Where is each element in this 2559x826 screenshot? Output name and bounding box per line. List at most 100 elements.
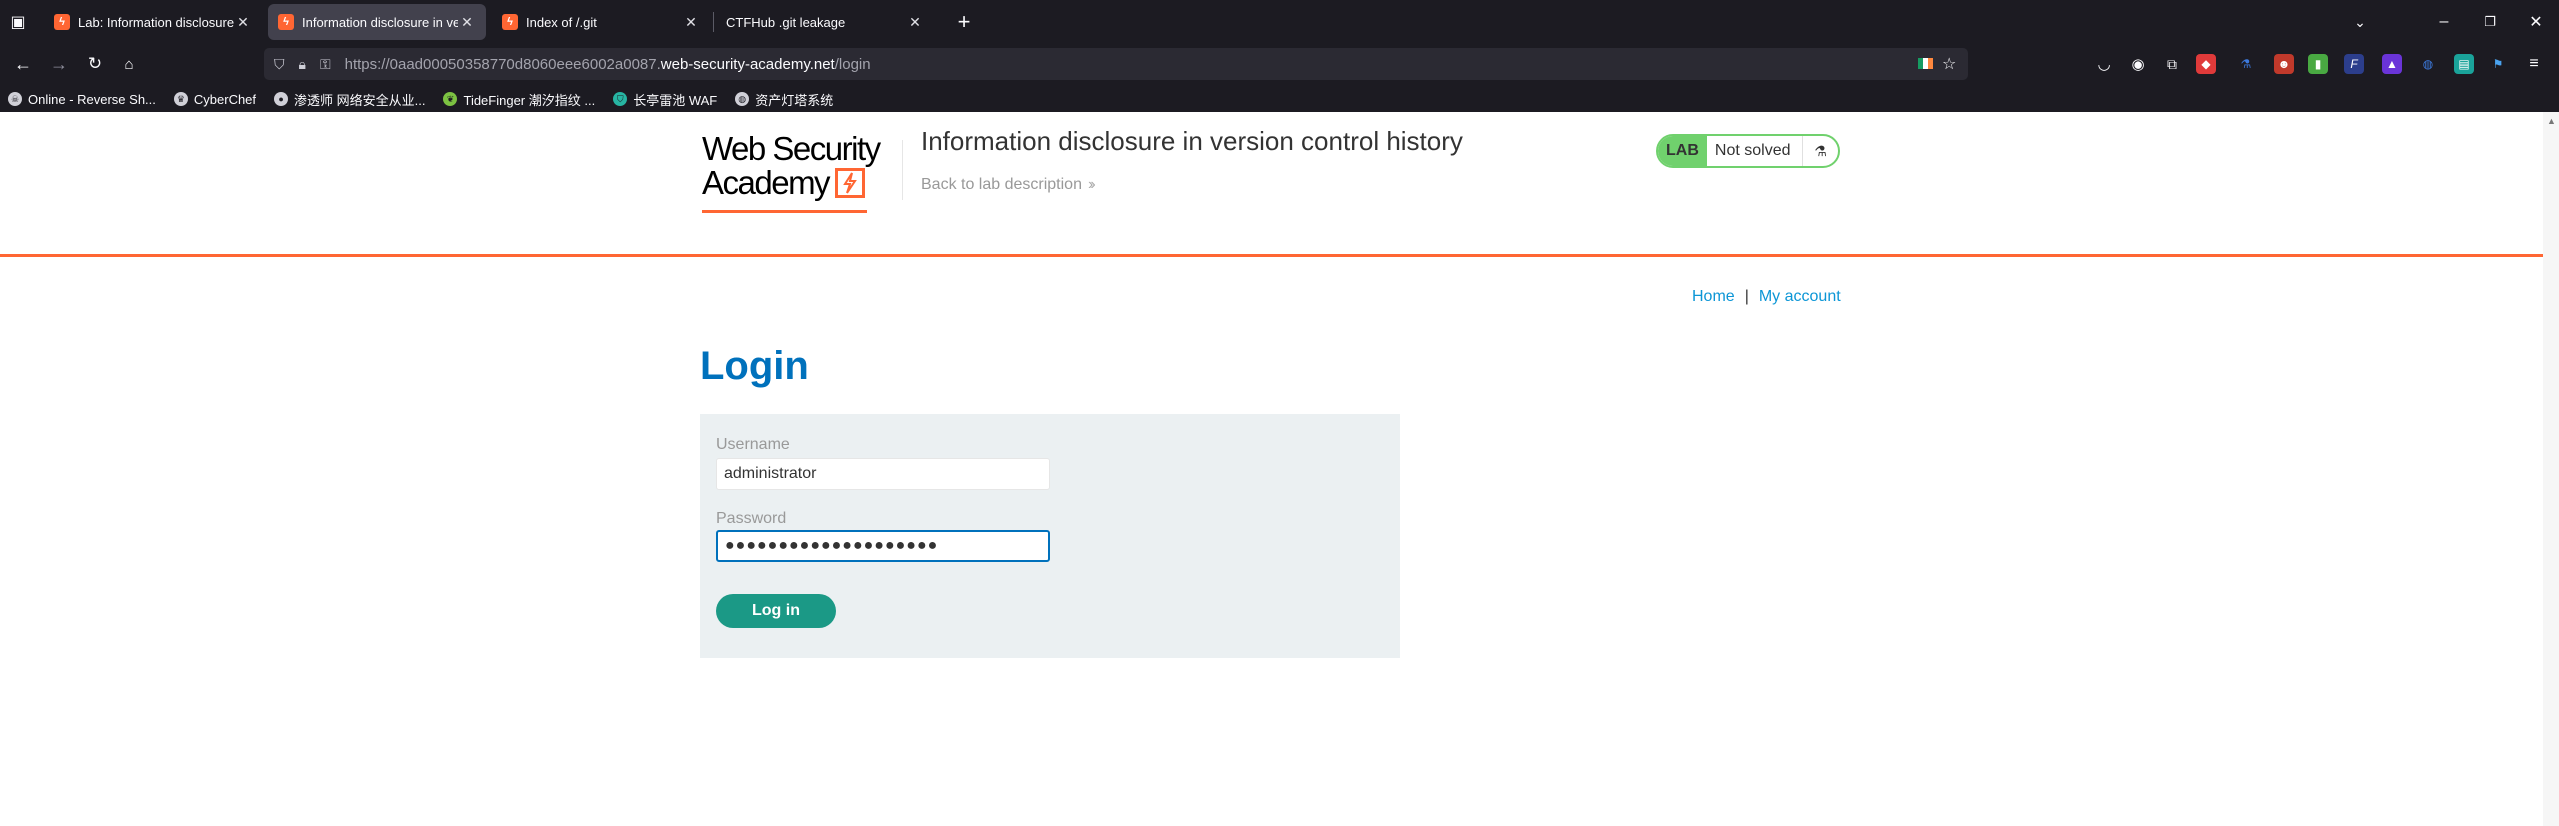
app-menu-icon[interactable]: ≡ xyxy=(2524,54,2544,74)
close-tab-icon[interactable]: ✕ xyxy=(682,14,700,31)
extension-avatar-icon[interactable]: ☻ xyxy=(2274,54,2294,74)
site-icon: ● xyxy=(274,92,289,106)
extension-runner-icon[interactable]: ⚑ xyxy=(2488,54,2508,74)
bookmark-label: Online - Reverse Sh... xyxy=(28,91,156,107)
lab-badge: LAB xyxy=(1658,136,1707,166)
bookmark-item[interactable]: ⛉ 长亭雷池 WAF xyxy=(613,90,717,109)
shield-icon: ⛉ xyxy=(613,92,628,106)
url-path: /login xyxy=(834,55,871,73)
reload-icon[interactable]: ↻ xyxy=(84,54,106,74)
url-scheme: https:// xyxy=(344,55,390,73)
url-host: web-security-academy.net xyxy=(660,55,835,73)
tab-separator xyxy=(713,12,714,32)
username-label: Username xyxy=(716,436,790,453)
account-icon[interactable]: ◉ xyxy=(2128,54,2148,74)
bookmark-item[interactable]: ● 渗透师 网络安全从业... xyxy=(274,90,425,109)
leaf-icon: ❦ xyxy=(443,92,458,106)
username-input[interactable] xyxy=(716,458,1050,490)
extensions-icon[interactable]: ⧉ xyxy=(2162,54,2182,74)
address-bar[interactable]: ⛉ 🔒︎ ⚿ https://0aad00050358770d8060eee60… xyxy=(264,48,1968,80)
bookmark-item[interactable]: ♛ CyberChef xyxy=(173,91,257,107)
lab-header: Web Security Academy Information disclos… xyxy=(0,112,2543,257)
tab-list-icon[interactable]: ▣ xyxy=(8,12,28,32)
browser-chrome: ▣ ϟ Lab: Information disclosure in ✕ ϟ I… xyxy=(0,0,2559,112)
login-button[interactable]: Log in xyxy=(716,594,836,628)
portswigger-favicon-icon: ϟ xyxy=(502,14,518,30)
extension-purple-icon[interactable]: ▲ xyxy=(2382,54,2402,74)
close-tab-icon[interactable]: ✕ xyxy=(458,14,476,31)
tab-lab-description[interactable]: ϟ Lab: Information disclosure in ✕ xyxy=(44,4,262,40)
extension-f-icon[interactable]: F xyxy=(2344,54,2364,74)
ireland-flag-icon xyxy=(1918,58,1933,69)
tab-title: Index of /.git xyxy=(526,14,597,30)
minimize-icon[interactable]: – xyxy=(2432,12,2456,32)
page-scrollbar[interactable]: ▲ xyxy=(2543,112,2559,826)
account-nav: Home | My account xyxy=(1692,288,1841,306)
scroll-up-arrow-icon[interactable]: ▲ xyxy=(2547,116,2556,126)
close-window-icon[interactable]: ✕ xyxy=(2524,12,2548,32)
chef-hat-icon: ♛ xyxy=(173,92,188,106)
back-to-lab-description-link[interactable]: Back to lab description ›› xyxy=(921,176,1095,194)
globe-icon: ◍ xyxy=(735,92,750,106)
new-tab-icon[interactable]: + xyxy=(952,9,976,34)
tracking-protection-shield-icon[interactable]: ⛉ xyxy=(274,56,285,73)
extension-teal-icon[interactable]: ▤ xyxy=(2454,54,2474,74)
bookmark-star-icon[interactable]: ☆ xyxy=(1942,54,1956,74)
tab-bar: ▣ ϟ Lab: Information disclosure in ✕ ϟ I… xyxy=(0,0,2559,44)
home-icon[interactable]: ⌂ xyxy=(118,54,140,74)
extension-globe-icon[interactable]: ◍ xyxy=(2418,54,2438,74)
bookmark-item[interactable]: ❦ TideFinger 潮汐指纹 ... xyxy=(443,90,595,109)
restore-icon[interactable]: ❐ xyxy=(2478,12,2502,32)
forward-icon[interactable]: → xyxy=(48,54,70,74)
web-security-academy-logo[interactable]: Web Security Academy xyxy=(702,132,902,216)
password-input[interactable] xyxy=(716,530,1050,562)
bookmark-item[interactable]: ◍ 资产灯塔系统 xyxy=(735,90,833,109)
pocket-icon[interactable]: ◡ xyxy=(2094,54,2114,74)
url-subdomain: 0aad00050358770d8060eee6002a0087. xyxy=(389,55,661,73)
portswigger-favicon-icon: ϟ xyxy=(278,14,294,30)
lock-icon[interactable]: 🔒︎ xyxy=(299,56,306,73)
logo-text-line2: Academy xyxy=(702,164,831,201)
tab-title: CTFHub .git leakage xyxy=(726,14,846,30)
bookmark-label: 资产灯塔系统 xyxy=(755,92,834,108)
extension-red-icon[interactable]: ◆ xyxy=(2196,54,2216,74)
back-icon[interactable]: ← xyxy=(12,54,34,74)
logo-text-line1: Web Security xyxy=(702,130,881,167)
password-label: Password xyxy=(716,510,787,527)
lab-status-widget: LAB Not solved ⚗ xyxy=(1656,134,1840,168)
bookmark-label: CyberChef xyxy=(193,91,257,107)
bookmarks-toolbar: ☠ Online - Reverse Sh... ♛ CyberChef ● 渗透师 … xyxy=(0,86,2559,112)
logo-underline xyxy=(702,210,867,213)
double-chevron-right-icon: ›› xyxy=(1087,176,1095,193)
lab-title: Information disclosure in version contro… xyxy=(921,126,1463,156)
tab-title: Information disclosure in ver xyxy=(302,14,458,30)
extension-green-icon[interactable]: ▮ xyxy=(2308,54,2328,74)
login-form: Username Password Log in xyxy=(700,414,1400,658)
nav-separator: | xyxy=(1744,288,1749,305)
tab-title: Lab: Information disclosure in xyxy=(78,14,234,30)
back-link-label: Back to lab description xyxy=(921,176,1082,193)
tab-git-index[interactable]: ϟ Index of /.git ✕ xyxy=(492,4,710,40)
bookmark-label: 长亭雷池 WAF xyxy=(633,92,718,108)
page-content: Web Security Academy Information disclos… xyxy=(0,112,2543,826)
header-divider xyxy=(902,140,903,200)
lab-status-text: Not solved xyxy=(1714,142,1791,159)
list-all-tabs-icon[interactable]: ⌄ xyxy=(2348,12,2372,32)
tab-ctfhub[interactable]: CTFHub .git leakage ✕ xyxy=(716,4,934,40)
permissions-key-icon[interactable]: ⚿ xyxy=(320,56,331,73)
extension-blue-icon[interactable]: ⚗ xyxy=(2236,54,2256,74)
skull-icon: ☠ xyxy=(8,92,22,106)
close-tab-icon[interactable]: ✕ xyxy=(234,14,252,31)
bookmark-label: TideFinger 潮汐指纹 ... xyxy=(463,92,596,108)
lightning-bolt-icon xyxy=(835,168,866,198)
page-title: Login xyxy=(700,344,809,388)
bookmark-label: 渗透师 网络安全从业... xyxy=(294,92,426,108)
tab-lab-login[interactable]: ϟ Information disclosure in ver ✕ xyxy=(268,4,486,40)
flask-icon: ⚗ xyxy=(1802,136,1838,166)
bookmark-item[interactable]: ☠ Online - Reverse Sh... xyxy=(8,92,156,107)
my-account-link[interactable]: My account xyxy=(1759,288,1841,305)
logo-line2: Academy xyxy=(702,166,902,200)
portswigger-favicon-icon: ϟ xyxy=(54,14,70,30)
close-tab-icon[interactable]: ✕ xyxy=(906,14,924,31)
home-link[interactable]: Home xyxy=(1692,288,1735,305)
